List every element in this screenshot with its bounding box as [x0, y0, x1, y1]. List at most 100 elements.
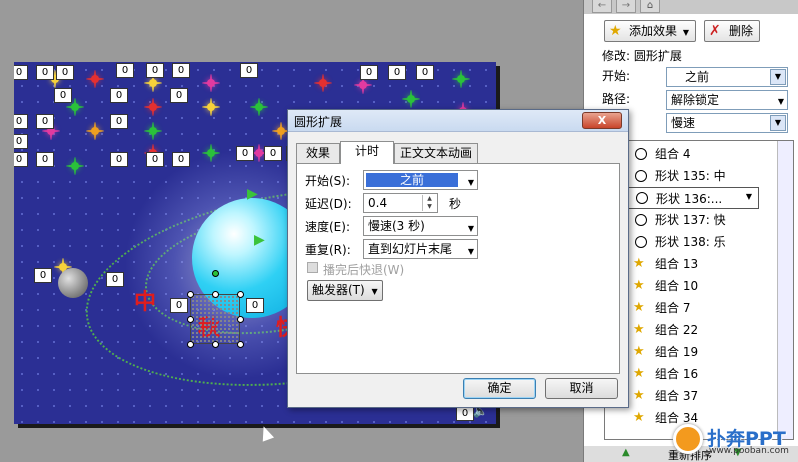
animation-order-label: 0	[246, 298, 264, 313]
animation-order-label: 0	[106, 272, 124, 287]
forward-icon[interactable]: →	[616, 0, 636, 13]
tab-effect[interactable]: 效果	[296, 143, 340, 163]
animation-order-label: 0	[14, 152, 28, 167]
spinner-arrows-icon[interactable]: ▲ ▼	[422, 195, 436, 211]
close-button[interactable]: X	[582, 112, 622, 129]
star-shape[interactable]	[144, 98, 162, 116]
chevron-down-icon[interactable]: ▼	[746, 192, 752, 201]
delay-input[interactable]: 0.4 ▲ ▼	[363, 193, 438, 213]
resize-handle[interactable]	[187, 341, 194, 348]
dialog-title-bar[interactable]: 圆形扩展 X	[288, 110, 628, 132]
animation-list[interactable]: 组合 4 形状 135: 中 形状 136:... ▼ 形状 137: 快 形状…	[604, 140, 794, 440]
star-icon: ★	[633, 344, 645, 359]
path-select[interactable]: 解除锁定 ▼	[666, 90, 788, 110]
speed-select[interactable]: 慢速 ▼	[666, 113, 788, 133]
repeat-select[interactable]: 直到幻灯片末尾 ▼	[363, 239, 478, 259]
double-chevron-icon: ▼	[371, 287, 378, 296]
list-item[interactable]: ★ 组合 10	[605, 275, 775, 297]
watermark-logo: 扑奔PPT www.pooban.com	[673, 422, 798, 462]
list-item-label: 形状 137: 快	[655, 213, 726, 227]
resize-handle[interactable]	[212, 341, 219, 348]
animation-order-label: 0	[36, 114, 54, 129]
list-item[interactable]: ★ 组合 22	[605, 319, 775, 341]
chevron-down-icon: ▼	[770, 69, 786, 85]
star-shape[interactable]	[250, 98, 268, 116]
star-shape[interactable]	[86, 122, 104, 140]
home-icon[interactable]: ⌂	[640, 0, 660, 13]
animation-order-label: 0	[54, 88, 72, 103]
star-shape[interactable]	[402, 90, 420, 108]
trigger-button[interactable]: 触发器(T) ▼	[307, 280, 383, 301]
animation-order-label: 0	[14, 114, 28, 129]
circle-expand-dialog: 圆形扩展 X 效果 计时 正文文本动画 开始(S): 之前 ▼ 延迟(D): 0…	[287, 109, 629, 408]
start-select[interactable]: 之前 ▼	[363, 170, 478, 190]
rewind-checkbox[interactable]	[307, 262, 318, 273]
resize-handle[interactable]	[212, 291, 219, 298]
resize-handle[interactable]	[187, 291, 194, 298]
list-item[interactable]: 形状 135: 中	[605, 165, 775, 187]
list-scrollbar[interactable]	[777, 141, 793, 439]
moon-shape[interactable]	[58, 268, 88, 298]
speed-select[interactable]: 慢速(3 秒) ▼	[363, 216, 478, 236]
chevron-down-icon: ▼	[770, 115, 786, 131]
list-item-label: 组合 13	[655, 257, 699, 271]
chevron-down-icon: ▼	[467, 178, 474, 187]
add-effect-button[interactable]: ★ 添加效果 ▼	[604, 20, 696, 42]
chevron-down-icon: ▼	[777, 97, 784, 106]
speed-label: 速度(E):	[305, 220, 350, 234]
list-item[interactable]: 形状 137: 快	[605, 209, 775, 231]
title-char[interactable]: 中	[134, 284, 156, 316]
cancel-button[interactable]: 取消	[545, 378, 618, 399]
list-item[interactable]: 组合 4	[605, 143, 775, 165]
list-item[interactable]: ★ 组合 7	[605, 297, 775, 319]
star-shape[interactable]	[452, 70, 470, 88]
animation-order-label: 0	[170, 88, 188, 103]
watermark-url: www.pooban.com	[709, 446, 789, 456]
star-shape[interactable]	[202, 98, 220, 116]
back-icon[interactable]: ←	[592, 0, 612, 13]
list-item[interactable]: 形状 138: 乐	[605, 231, 775, 253]
star-shape[interactable]	[202, 74, 220, 92]
resize-handle[interactable]	[237, 341, 244, 348]
list-item[interactable]: ★ 组合 37	[605, 385, 775, 407]
star-shape[interactable]	[314, 74, 332, 92]
list-item-label: 形状 138: 乐	[655, 235, 726, 249]
star-shape[interactable]	[86, 70, 104, 88]
remove-label: 删除	[729, 24, 754, 38]
star-shape[interactable]	[66, 157, 84, 175]
chevron-down-icon: ▼	[467, 224, 474, 233]
resize-handle[interactable]	[237, 316, 244, 323]
list-item[interactable]: ★ 组合 13	[605, 253, 775, 275]
selected-list-item[interactable]: 形状 136:... ▼	[609, 187, 759, 209]
tab-text-animation[interactable]: 正文文本动画	[394, 143, 478, 163]
list-item[interactable]: ★ 组合 16	[605, 363, 775, 385]
animation-order-label: 0	[416, 65, 434, 80]
circle-icon	[635, 148, 647, 160]
list-item-label: 形状 135: 中	[655, 169, 726, 183]
animation-order-label: 0	[146, 152, 164, 167]
resize-handle[interactable]	[237, 291, 244, 298]
list-item[interactable]: ★ 组合 19	[605, 341, 775, 363]
rotate-handle[interactable]	[212, 270, 219, 277]
animation-order-label: 0	[110, 152, 128, 167]
start-select[interactable]: 之前 ▼	[666, 67, 788, 87]
star-shape[interactable]	[144, 122, 162, 140]
resize-handle[interactable]	[187, 316, 194, 323]
animation-order-label: 0	[110, 88, 128, 103]
start-label: 开始(S):	[305, 174, 351, 188]
selected-shape[interactable]	[190, 294, 240, 344]
repeat-select-value: 直到幻灯片末尾	[368, 242, 453, 256]
pane-nav-bar: ← → ⌂	[584, 0, 798, 14]
move-up-icon[interactable]: ▲	[622, 447, 630, 458]
list-item-label: 组合 7	[655, 301, 691, 315]
dialog-title: 圆形扩展	[294, 115, 343, 129]
animation-order-label: 0	[388, 65, 406, 80]
tab-timing[interactable]: 计时	[340, 141, 394, 164]
animation-order-label: 0	[172, 152, 190, 167]
repeat-label: 重复(R):	[305, 243, 351, 257]
speed-select-value: 慢速(3 秒)	[368, 219, 425, 233]
remove-effect-button[interactable]: ✗ 删除	[704, 20, 760, 42]
animation-order-label: 0	[56, 65, 74, 80]
list-item-label: 组合 16	[655, 367, 699, 381]
ok-button[interactable]: 确定	[463, 378, 536, 399]
